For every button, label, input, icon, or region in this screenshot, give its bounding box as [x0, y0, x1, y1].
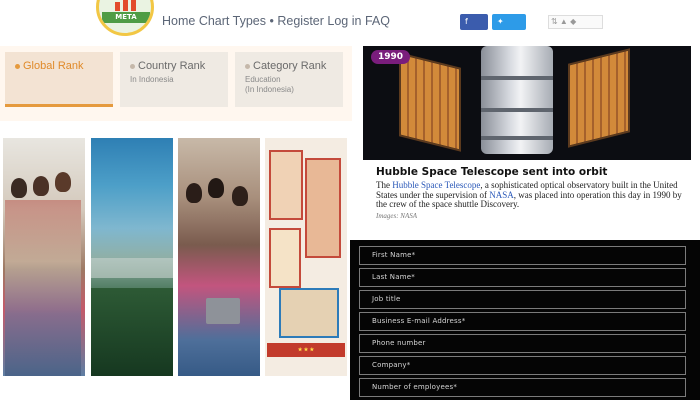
- tab-country-rank[interactable]: Country Rank In Indonesia: [120, 52, 228, 107]
- rank-tabs: Global Rank Country Rank In Indonesia Ca…: [0, 46, 352, 121]
- history-card: 1990 Hubble Space Telescope sent into or…: [360, 46, 692, 246]
- job-title-field[interactable]: Job title: [359, 290, 686, 309]
- facebook-icon: f: [465, 17, 468, 26]
- main-nav: Home Chart Types • Register Log in FAQ: [162, 14, 390, 28]
- tab-global-rank-label: Global Rank: [23, 60, 84, 72]
- nav-login[interactable]: Log in: [327, 14, 361, 28]
- logo-bars-icon: [115, 0, 139, 11]
- tab-global-rank[interactable]: Global Rank: [5, 52, 113, 107]
- first-name-field[interactable]: First Name*: [359, 246, 686, 265]
- company-field[interactable]: Company*: [359, 356, 686, 375]
- nasa-link[interactable]: NASA: [489, 190, 514, 200]
- rank-widget[interactable]: ⇅ ▲ ◆: [548, 15, 603, 29]
- twitter-tweet-button[interactable]: ✦ Tweet: [492, 14, 526, 42]
- site-header: META Home Chart Types • Register Log in …: [0, 0, 700, 46]
- nav-separator: •: [269, 14, 274, 28]
- photo-students-laptop[interactable]: [178, 138, 260, 376]
- hubble-link[interactable]: Hubble Space Telescope: [392, 180, 480, 190]
- logo-text: META: [102, 12, 150, 23]
- year-badge: 1990: [371, 50, 411, 64]
- nav-register[interactable]: Register: [277, 14, 324, 28]
- facebook-share-button[interactable]: f Share: [460, 14, 488, 42]
- history-card-body: The Hubble Space Telescope, a sophistica…: [376, 180, 690, 210]
- history-card-title[interactable]: Hubble Space Telescope sent into orbit: [376, 166, 607, 178]
- hubble-image[interactable]: 1990: [363, 46, 691, 160]
- site-logo[interactable]: META: [96, 0, 154, 36]
- nav-home[interactable]: Home: [162, 14, 195, 28]
- tab-category-rank-label: Category Rank: [253, 60, 327, 72]
- body-text-1: The: [376, 180, 393, 190]
- last-name-field[interactable]: Last Name*: [359, 268, 686, 287]
- tab-country-rank-label: Country Rank: [138, 60, 206, 72]
- tab-category-rank-subtitle2: (In Indonesia): [245, 85, 294, 94]
- phone-number-field[interactable]: Phone number: [359, 334, 686, 353]
- photo-strip: ★ ★ ★: [0, 138, 352, 376]
- employees-field[interactable]: Number of employees*: [359, 378, 686, 397]
- image-credit: Images: NASA: [376, 212, 418, 220]
- nav-faq[interactable]: FAQ: [365, 14, 390, 28]
- photo-education-collage[interactable]: ★ ★ ★: [265, 138, 347, 376]
- bullet-icon: [245, 63, 250, 69]
- business-email-field[interactable]: Business E-mail Address*: [359, 312, 686, 331]
- photo-students-group[interactable]: [3, 138, 85, 376]
- tab-country-rank-subtitle: In Indonesia: [130, 75, 174, 84]
- bullet-icon: [15, 63, 20, 69]
- collage-banner: ★ ★ ★: [267, 343, 345, 357]
- nav-chart-types[interactable]: Chart Types: [199, 14, 266, 28]
- page: META Home Chart Types • Register Log in …: [0, 0, 700, 400]
- photo-mountain-landscape[interactable]: [91, 138, 173, 376]
- rank-arrows-icon: ⇅ ▲ ◆: [551, 17, 577, 26]
- tab-category-rank[interactable]: Category Rank Education (In Indonesia): [235, 52, 343, 107]
- bullet-icon: [130, 63, 135, 69]
- twitter-tweet-label: Tweet: [497, 33, 521, 42]
- facebook-share-label: Share: [465, 33, 489, 42]
- tab-category-rank-subtitle: Education: [245, 75, 281, 84]
- contact-form: First Name* Last Name* Job title Busines…: [350, 240, 700, 400]
- twitter-icon: ✦: [497, 17, 504, 26]
